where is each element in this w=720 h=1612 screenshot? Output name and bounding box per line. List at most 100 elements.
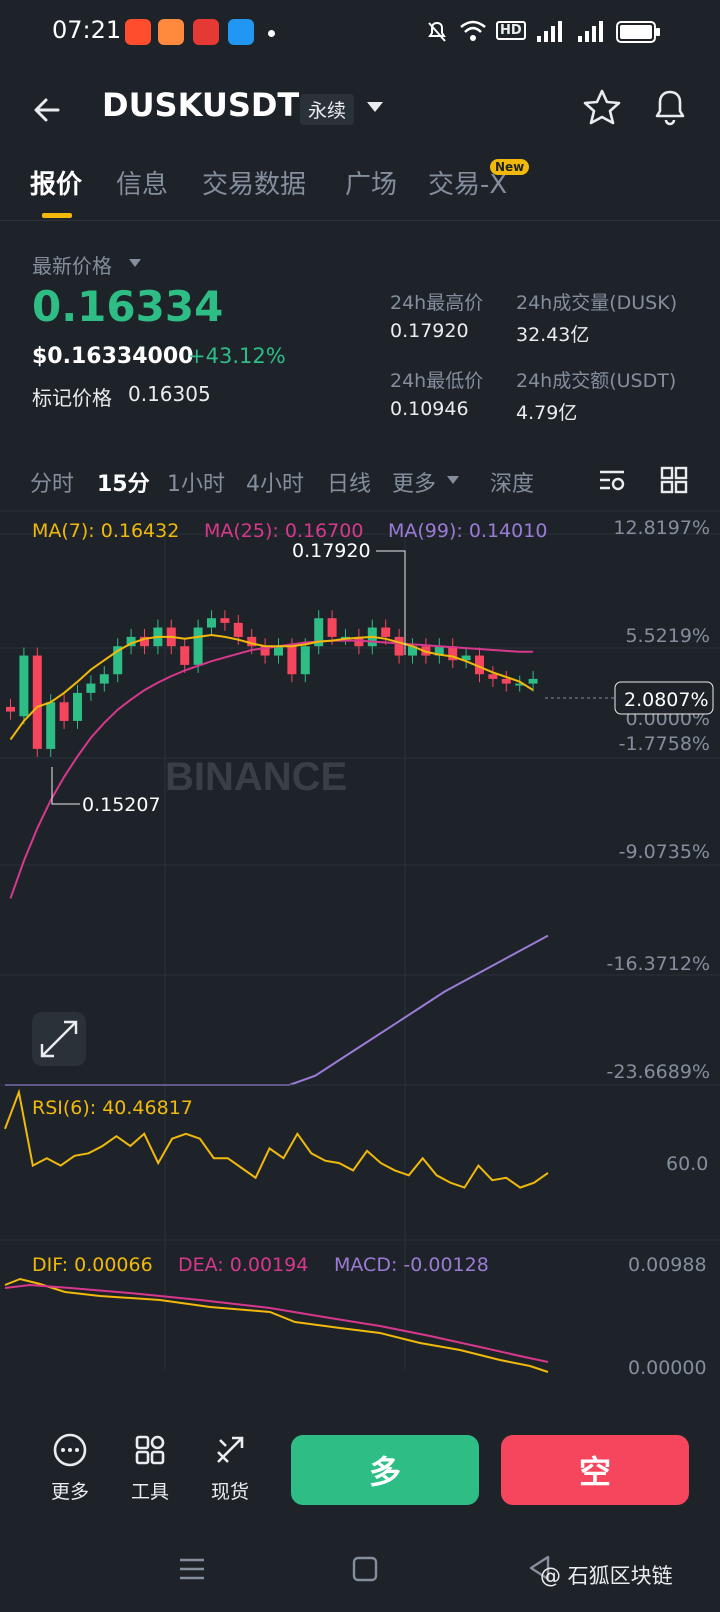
candle [59,702,69,721]
price-chart[interactable]: BINANCE MA(7): 0.16432 MA(25): 0.16700 M… [0,500,720,1415]
interval-depth[interactable]: 深度 [490,466,534,498]
candle [73,692,82,721]
usd-price: $0.16334000 [32,344,194,369]
chevron-down-icon[interactable] [128,258,142,268]
dif-line [4,1277,549,1373]
app-notification-icon [228,19,254,45]
status-bar: 07:21 HD [0,0,720,62]
grid-layout-icon[interactable] [658,464,690,496]
chevron-down-icon[interactable] [365,100,385,114]
candle [381,627,391,637]
tab-square[interactable]: 广场 [345,164,397,201]
symbol-title[interactable]: DUSKUSDT [102,86,299,124]
signal-5g-icon [578,21,603,42]
y-axis: 12.8197%5.5219%0.0000%-1.7758%-9.0735%-1… [607,517,710,1083]
mark-price-label: 标记价格 [32,386,112,410]
candle [86,683,96,693]
short-button[interactable]: 空 [501,1435,689,1505]
rsi-axis-label: 60.0 [666,1153,708,1175]
interval-1h[interactable]: 1小时 [167,466,225,498]
candle [99,674,109,684]
tools-button[interactable]: 工具 [120,1432,180,1504]
app-notification-icon [193,19,219,45]
mark-price-value: 0.16305 [128,382,211,406]
status-time: 07:21 [52,16,122,44]
candle [287,646,297,675]
watermark-text: @ 石狐区块链 [540,1564,673,1588]
more-button[interactable]: 更多 [40,1432,100,1504]
last-price-label[interactable]: 最新价格 [32,250,112,279]
candle [220,618,230,623]
y-axis-label: -1.7758% [619,733,710,755]
active-tab-indicator [42,213,72,218]
dif-legend: DIF: 0.00066 [32,1254,153,1276]
home-icon[interactable] [352,1556,378,1582]
candle [488,674,498,679]
candle [32,655,42,749]
new-badge: New [490,159,530,175]
candle [327,618,337,637]
volume-24h-value: 32.43亿 [516,324,590,346]
spot-label: 现货 [210,1481,249,1503]
binance-watermark: BINANCE [165,755,347,799]
app-notification-icon [158,19,184,45]
interval-4h[interactable]: 4小时 [246,466,304,498]
signal-5g-icon [537,21,562,42]
tab-info[interactable]: 信息 [116,164,168,201]
macd-axis-top: 0.00988 [628,1254,707,1276]
candle [207,618,216,628]
hd-icon: HD [496,21,526,40]
ma7-legend: MA(7): 0.16432 [32,520,179,542]
high-24h-label: 24h最高价 [390,292,484,314]
tab-quotes[interactable]: 报价 [30,164,82,201]
long-button[interactable]: 多 [291,1435,479,1505]
high-24h-value: 0.17920 [390,320,469,342]
chart-settings-icon[interactable] [596,464,628,496]
current-change-label: 2.0807% [624,689,709,711]
mute-icon [428,21,446,42]
low-24h-value: 0.10946 [390,398,469,420]
menu-icon[interactable] [178,1556,206,1582]
bell-icon[interactable] [648,86,692,130]
spot-button[interactable]: 现货 [200,1432,260,1504]
chevron-down-icon[interactable] [446,475,460,485]
more-icon [53,1433,87,1467]
back-arrow-icon[interactable] [28,88,72,132]
header: DUSKUSDT 永续 [0,70,720,150]
candle [180,646,190,665]
wifi-icon [460,20,486,41]
candle [300,646,310,675]
divider [0,220,720,221]
gridlines [0,533,720,1370]
amount-24h-label: 24h成交额(USDT) [516,370,677,392]
y-axis-label: -9.0735% [619,841,710,863]
star-icon[interactable] [580,86,624,130]
more-label: 更多 [50,1481,89,1503]
interval-more[interactable]: 更多 [392,466,436,498]
swap-icon [217,1436,244,1463]
candle [501,678,511,684]
volume-24h-label: 24h成交量(DUSK) [516,292,678,314]
amount-24h-value: 4.79亿 [516,402,578,424]
y-axis-label: 12.8197% [613,517,710,539]
low-24h-label: 24h最低价 [390,370,484,392]
tools-label: 工具 [130,1481,169,1503]
candle [193,627,203,665]
ma99-legend: MA(99): 0.14010 [388,520,547,542]
low-marker-label: 0.15207 [82,794,161,816]
interval-line[interactable]: 分时 [30,466,74,498]
candle [528,678,538,684]
y-axis-label: -23.6689% [607,1061,710,1083]
high-marker-label: 0.17920 [292,540,371,562]
tab-trading-data[interactable]: 交易数据 [202,164,306,201]
system-nav-bar: @ 石狐区块链 [0,1530,720,1612]
macd-legend: MACD: -0.00128 [334,1254,489,1276]
interval-15m[interactable]: 15分 [97,466,150,498]
interval-1d[interactable]: 日线 [327,466,371,498]
candle [233,622,243,637]
battery-icon [616,21,660,43]
tools-icon [135,1435,165,1465]
y-axis-label: 5.5219% [625,625,710,647]
y-axis-label: -16.3712% [607,953,710,975]
candles [6,610,538,757]
